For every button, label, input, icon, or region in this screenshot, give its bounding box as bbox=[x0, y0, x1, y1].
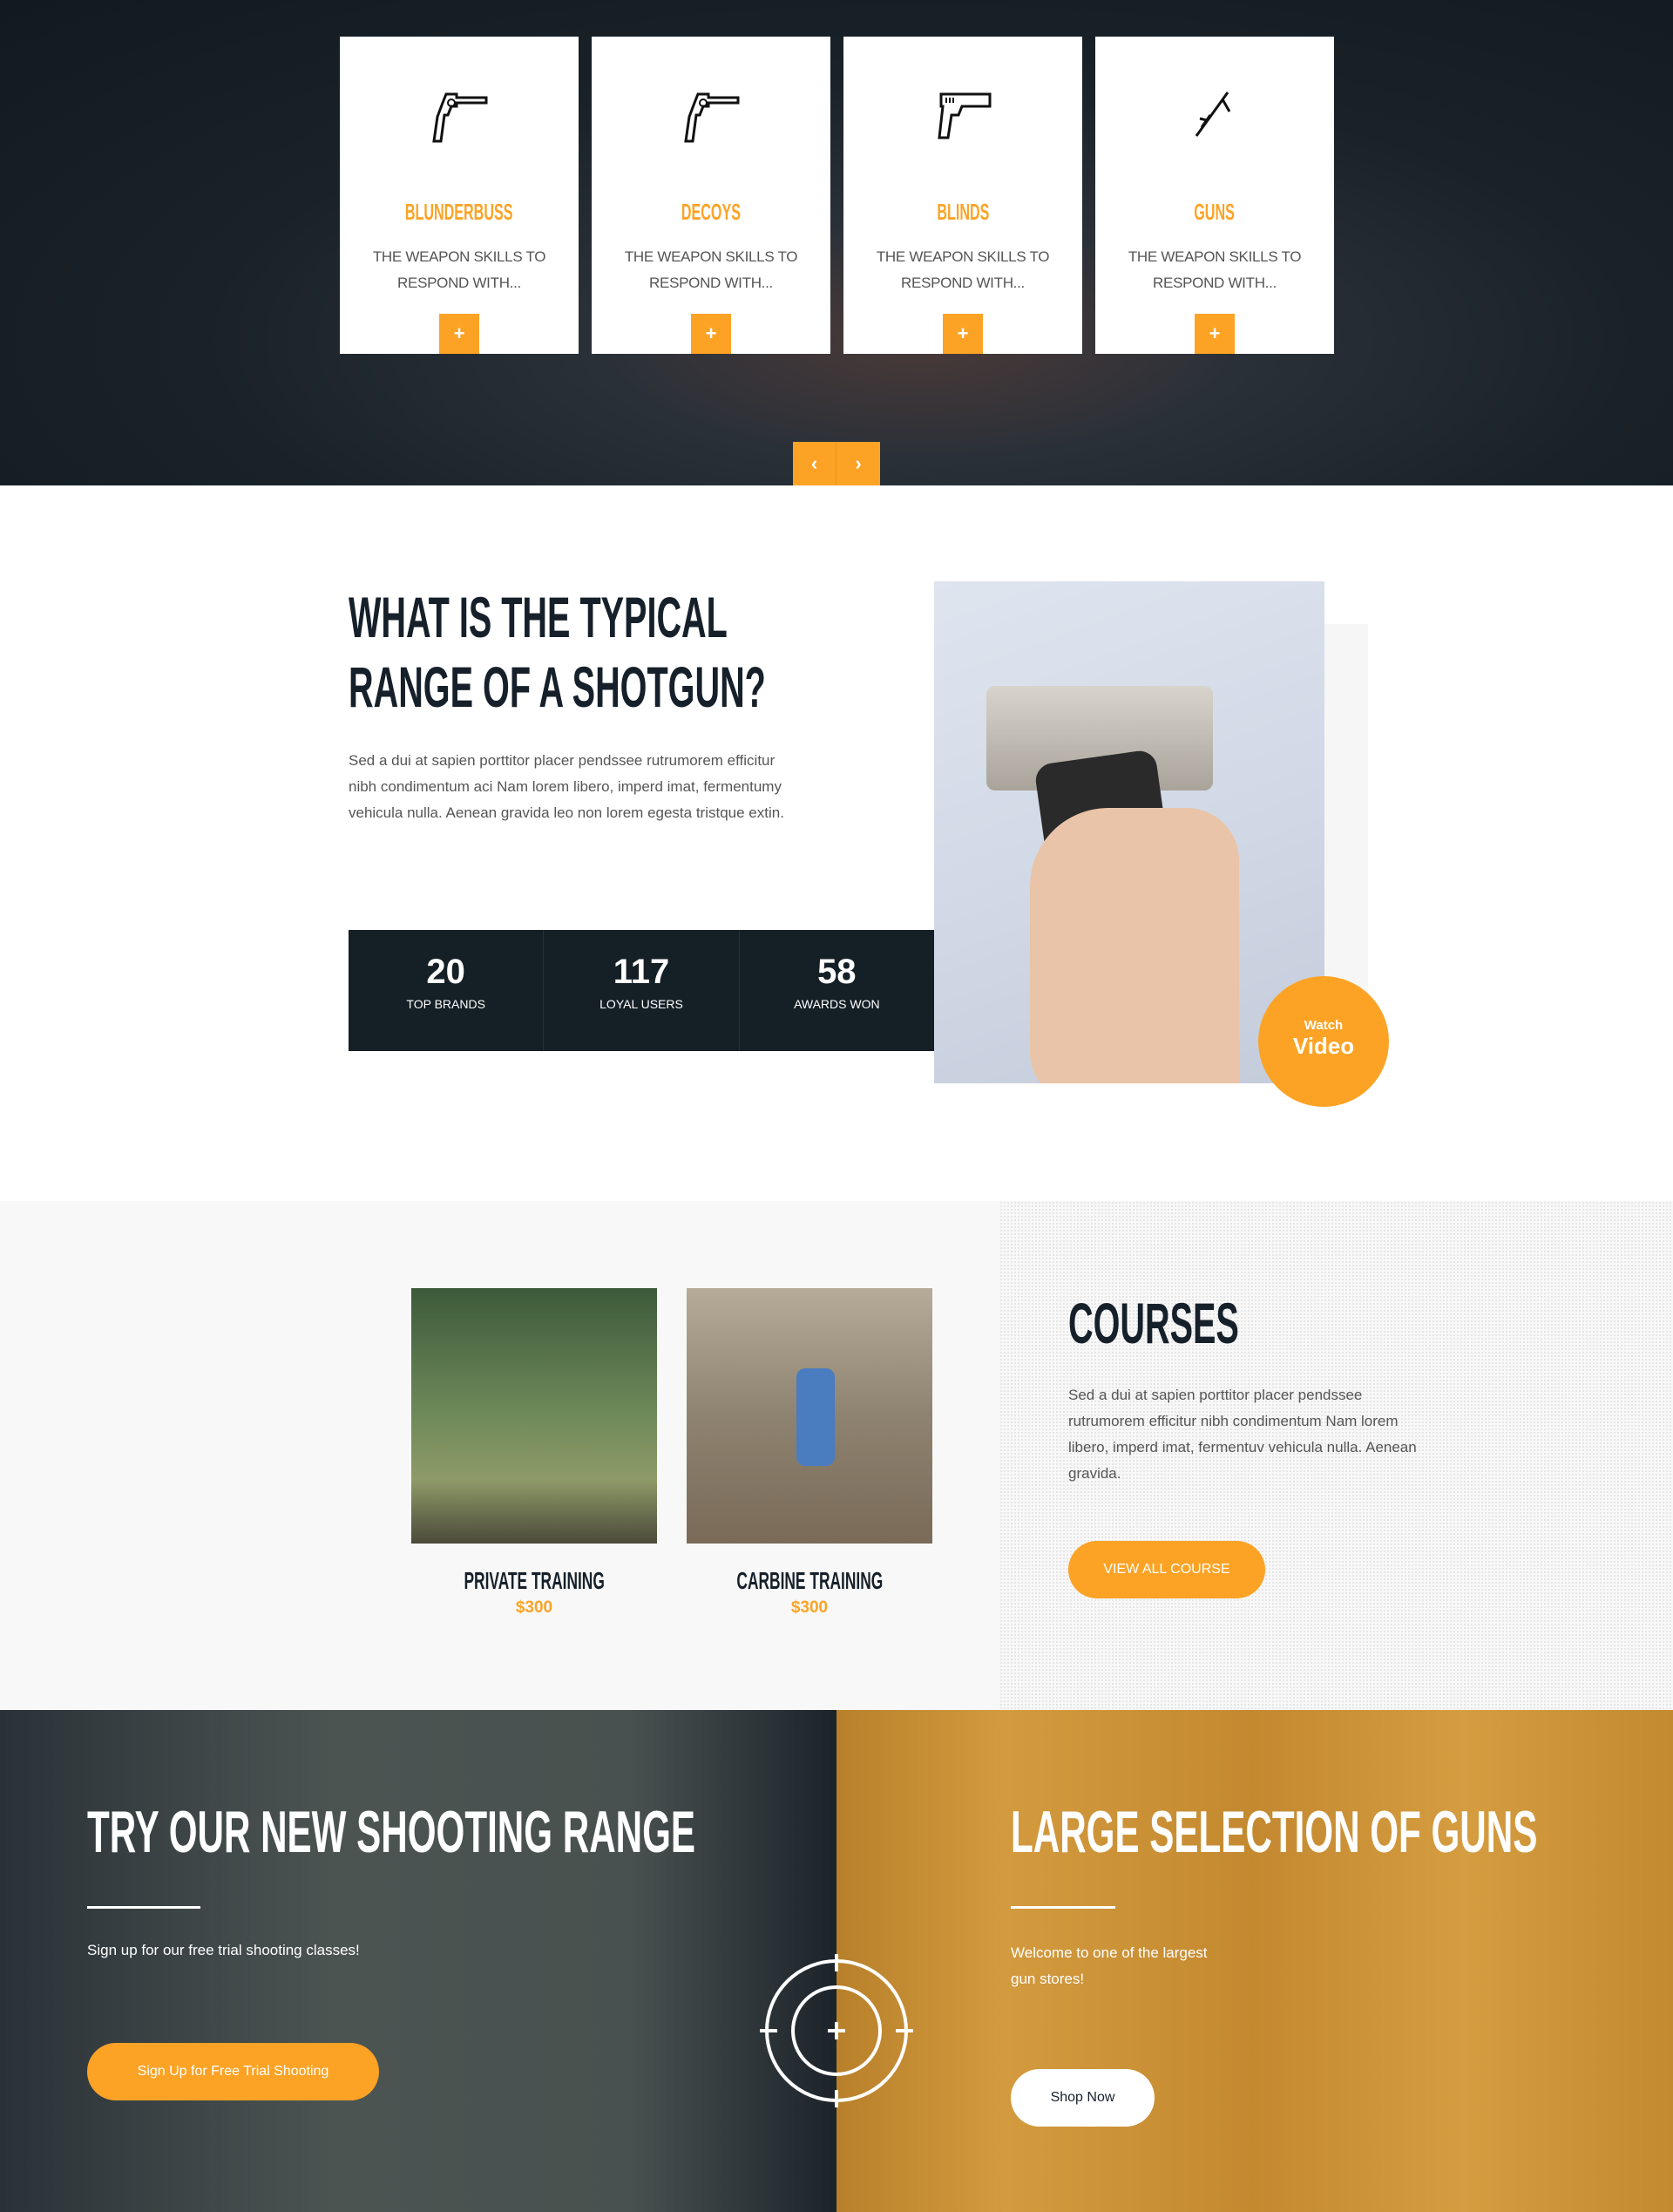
revolver-icon bbox=[684, 92, 740, 143]
sign-up-trial-button[interactable]: Sign Up for Free Trial Shooting bbox=[87, 2043, 379, 2100]
pistol-hand-image bbox=[934, 581, 1324, 1083]
service-card: DECOYS THE WEAPON SKILLS TO RESPOND WITH… bbox=[592, 37, 830, 354]
slider-next-button[interactable]: › bbox=[836, 442, 880, 485]
card-more-button[interactable]: + bbox=[1195, 314, 1235, 354]
service-card: BLUNDERBUSS THE WEAPON SKILLS TO RESPOND… bbox=[340, 37, 579, 354]
stat-top-brands: 20 TOP BRANDS bbox=[349, 930, 545, 1051]
service-card: BLINDS THE WEAPON SKILLS TO RESPOND WITH… bbox=[843, 37, 1082, 354]
stat-awards-won: 58 AWARDS WON bbox=[794, 953, 880, 1011]
decor-block bbox=[1324, 624, 1368, 1028]
divider bbox=[1011, 1906, 1115, 1909]
divider bbox=[87, 1906, 200, 1909]
card-more-button[interactable]: + bbox=[439, 314, 479, 354]
private-training-image[interactable] bbox=[411, 1288, 657, 1544]
course-title[interactable]: PRIVATE TRAINING bbox=[411, 1567, 657, 1595]
card-title: BLINDS bbox=[936, 199, 990, 225]
service-card: GUNS THE WEAPON SKILLS TO RESPOND WITH..… bbox=[1095, 37, 1334, 354]
revolver-icon bbox=[432, 92, 488, 143]
about-text: Sed a dui at sapien porttitor placer pen… bbox=[349, 752, 784, 821]
course-title[interactable]: CARBINE TRAINING bbox=[687, 1567, 932, 1595]
crosshair-icon bbox=[760, 1954, 913, 2107]
pistol-icon bbox=[938, 92, 992, 139]
promo-right-text: Welcome to one of the largest gun stores! bbox=[1011, 1944, 1208, 1987]
card-title: GUNS bbox=[1194, 199, 1236, 225]
stats-bar: 20 TOP BRANDS 117 LOYAL USERS 58 AWARDS WON bbox=[349, 930, 934, 1051]
courses-text: Sed a dui at sapien porttitor placer pen… bbox=[1068, 1387, 1417, 1482]
watch-video-button[interactable]: Watch Video bbox=[1258, 976, 1389, 1107]
shooting-range-promo: TRY OUR NEW SHOOTING RANGE Sign up for o… bbox=[0, 1710, 836, 2212]
promo-right-title: LARGE SELECTION OF GUNS bbox=[1011, 1799, 1538, 1865]
services-hero: BLUNDERBUSS THE WEAPON SKILLS TO RESPOND… bbox=[0, 0, 1673, 485]
card-more-button[interactable]: + bbox=[691, 314, 731, 354]
carbine-training-image[interactable] bbox=[687, 1288, 932, 1544]
view-all-course-button[interactable]: VIEW ALL COURSE bbox=[1068, 1541, 1265, 1598]
shop-now-button[interactable]: Shop Now bbox=[1011, 2069, 1155, 2127]
card-title: BLUNDERBUSS bbox=[405, 199, 513, 225]
card-title: DECOYS bbox=[681, 199, 742, 225]
guns-selection-promo: LARGE SELECTION OF GUNS Welcome to one o… bbox=[836, 1710, 1673, 2212]
card-desc: THE WEAPON SKILLS TO RESPOND WITH... bbox=[876, 248, 1050, 291]
card-desc: THE WEAPON SKILLS TO RESPOND WITH... bbox=[624, 248, 798, 291]
card-desc: THE WEAPON SKILLS TO RESPOND WITH... bbox=[372, 248, 546, 291]
courses-heading: COURSES bbox=[1068, 1291, 1239, 1355]
card-more-button[interactable]: + bbox=[943, 314, 983, 354]
card-desc: THE WEAPON SKILLS TO RESPOND WITH... bbox=[1128, 248, 1302, 291]
course-price: $300 bbox=[790, 1598, 829, 1617]
promo-left-text: Sign up for our free trial shooting clas… bbox=[87, 1942, 360, 1958]
courses-section: PRIVATE TRAINING $300 CARBINE TRAINING $… bbox=[0, 1201, 1673, 1710]
course-price: $300 bbox=[515, 1598, 553, 1617]
rifle-icon bbox=[1195, 92, 1231, 137]
stat-loyal-users: 117 LOYAL USERS bbox=[544, 930, 740, 1051]
slider-prev-button[interactable]: ‹ bbox=[793, 442, 836, 485]
